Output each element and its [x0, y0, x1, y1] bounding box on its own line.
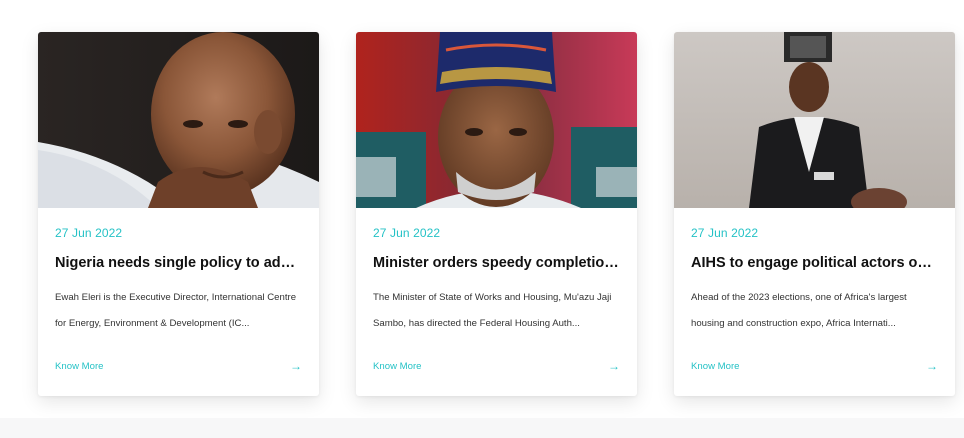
article-date: 27 Jun 2022 [55, 226, 123, 240]
news-card-list: 27 Jun 2022 Nigeria needs single policy … [38, 32, 955, 396]
section-divider [0, 418, 964, 438]
article-title[interactable]: Nigeria needs single policy to addre... [55, 255, 302, 271]
arrow-right-icon[interactable]: → [608, 359, 620, 373]
article-date: 27 Jun 2022 [373, 226, 441, 240]
page: 27 Jun 2022 Nigeria needs single policy … [0, 0, 964, 438]
news-card[interactable]: 27 Jun 2022 Nigeria needs single policy … [38, 32, 319, 396]
arrow-right-icon[interactable]: → [926, 359, 938, 373]
card-footer: Know More → [55, 359, 302, 373]
know-more-link[interactable]: Know More [55, 361, 104, 372]
article-excerpt: Ahead of the 2023 elections, one of Afri… [691, 292, 907, 329]
card-footer: Know More → [691, 359, 938, 373]
article-excerpt: Ewah Eleri is the Executive Director, In… [55, 292, 297, 329]
article-title[interactable]: Minister orders speedy completion ... [373, 255, 620, 271]
article-photo[interactable] [356, 32, 637, 208]
article-title[interactable]: AIHS to engage political actors on h... [691, 255, 938, 271]
news-card[interactable]: 27 Jun 2022 Minister orders speedy compl… [356, 32, 637, 396]
news-card[interactable]: 27 Jun 2022 AIHS to engage political act… [674, 32, 955, 396]
card-footer: Know More → [373, 359, 620, 373]
article-photo[interactable] [38, 32, 319, 208]
article-photo[interactable] [674, 32, 955, 208]
know-more-link[interactable]: Know More [691, 361, 740, 372]
arrow-right-icon[interactable]: → [290, 359, 302, 373]
article-excerpt: The Minister of State of Works and Housi… [373, 292, 612, 329]
know-more-link[interactable]: Know More [373, 361, 422, 372]
article-date: 27 Jun 2022 [691, 226, 759, 240]
